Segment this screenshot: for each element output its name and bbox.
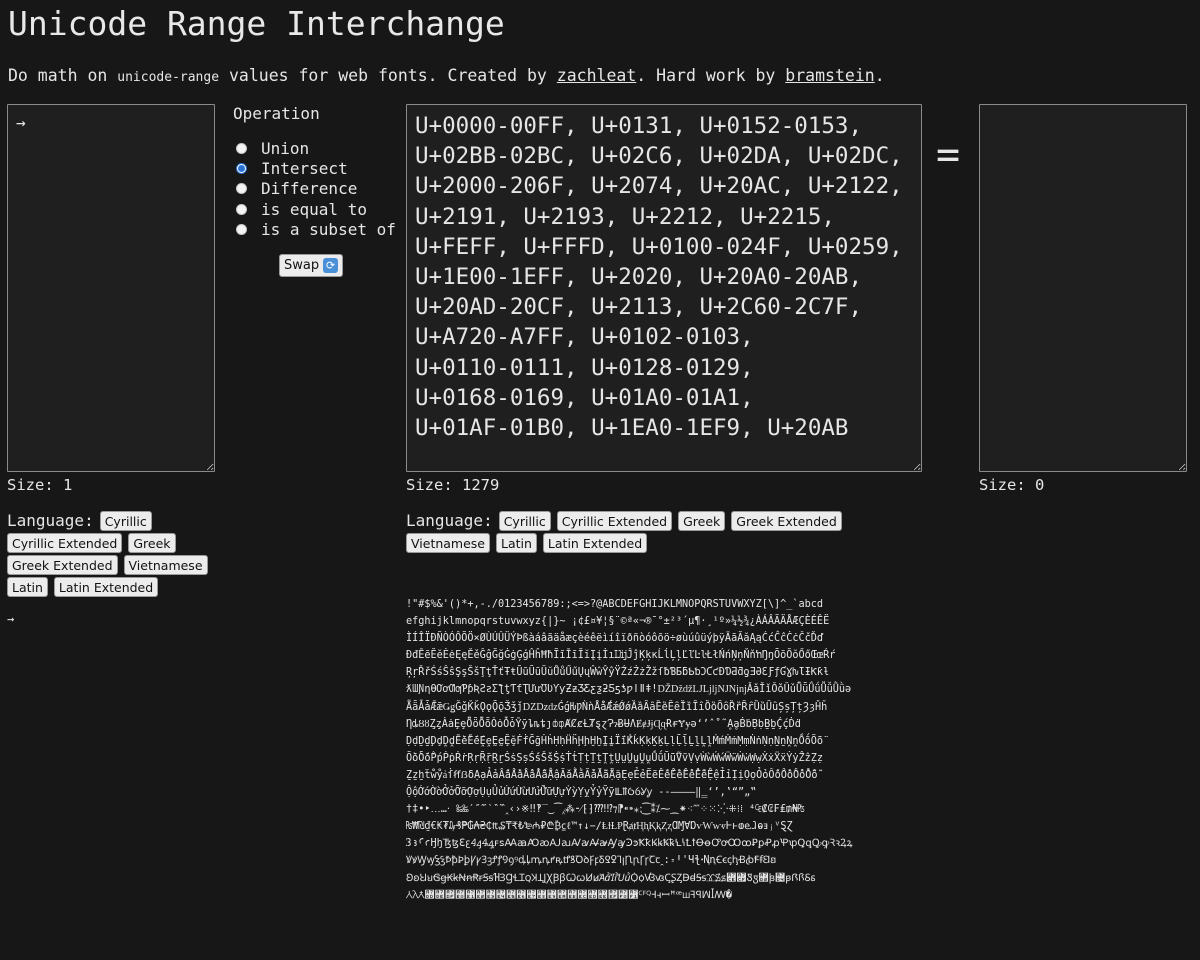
glyph-preview-line: efghijklmnopqrstuvwxyz{|}~ ¡¢£¤¥¦§¨©ª«¬­… (406, 616, 830, 628)
author-link[interactable]: zachleat (557, 66, 636, 85)
left-size: Size: 1 (7, 476, 73, 494)
equals-sign: = (936, 132, 961, 178)
language-button[interactable]: Latin Extended (53, 577, 159, 597)
intro-code: unicode-range (117, 70, 220, 85)
left-preview: → (7, 612, 15, 626)
language-button[interactable]: Greek (678, 511, 726, 531)
glyph-preview-line: †‡•‣․‥…‧ ‰‱′″‴‵‶‷‸‹›※‼‽‾‿⁀⁁⁂⁃⁄⁅⁆⁇⁈⁉⁊⁋⁌⁍⁎… (406, 804, 805, 816)
glyph-preview: !"#$%&'()*+,-./0123456789:;<=>?@ABCDEFGH… (406, 596, 926, 904)
intro-middle2: . Hard work by (636, 66, 786, 85)
operation-option-label: is equal to (261, 199, 367, 219)
glyph-preview-line: ƛƜƝƞƟƠơƢƣƤƥƦƧƨƩƪƫƬƭƮƯưƱƲƳƴƵƶƷƸƹƺƻƼƽƾƿǀǁǂ… (406, 684, 852, 696)
operation-option-label: Intersect (261, 158, 348, 178)
language-button[interactable]: Latin (7, 577, 48, 597)
glyph-preview-line: ẔẕẖẗẘẙẚẛẜẝẞẟẠạẢảẤấẦầẨẩẪẫẬậẮắẰằẲẳẴẵẶặẸẹẺẻ… (406, 769, 818, 781)
glyph-preview-line: ṐṑṒṓṔṕṖṗṘṙṚṛṜṝṞṟṠṡṢṣṤṥṦṧṨṩṪṫṬṭṮṯṰṱṲṳṴṵṶṷ… (406, 752, 824, 764)
operation-option[interactable]: Difference (236, 179, 396, 199)
language-button[interactable]: Latin Extended (542, 533, 648, 553)
language-button[interactable]: Greek Extended (7, 555, 118, 575)
left-language-group: Language: Cyrillic Cyrillic Extended Greek G… (7, 510, 222, 598)
result-size: Size: 0 (979, 476, 1045, 494)
middle-range-input[interactable]: U+0000-00FF, U+0131, U+0152-0153, U+02BB… (406, 104, 922, 472)
operation-title: Operation (233, 104, 320, 123)
radio-button[interactable] (236, 223, 247, 235)
language-button[interactable]: Greek Extended (731, 511, 842, 531)
result-range-output[interactable] (979, 104, 1187, 472)
swap-label: Swap (284, 258, 320, 273)
credit-link[interactable]: bramstein (785, 66, 874, 85)
language-button[interactable]: Latin (496, 533, 537, 553)
glyph-preview-line: ḌḍḎḏḐḑḒḓḔḕḖḗḘḙḚḛḜḝḞḟḠḡḢḣḤḥḦḧḨḩḪḫḬḭḮḯḰḱḲḳ… (406, 735, 824, 747)
page-title: Unicode Range Interchange (8, 4, 505, 43)
middle-language-group: Language: Cyrillic Cyrillic Extended Greek G… (406, 510, 866, 554)
glyph-preview-line: !"#$%&'()*+,-./0123456789:;<=>?@ABCDEFGH… (406, 599, 824, 610)
glyph-preview-line: ꞜꞝꞞꞟꞠꞡꞢꞣꞤꞥꞦꞧꞨꞩꞪꞫꞬꞭꞮꞯꞰꞱꞲꞳꞴꞵꞶꞷꞸꞹꞺꞻꞼꞽꞾꞿꟀꟁꟂꟃ… (406, 872, 816, 884)
operation-option-label: is a subset of (261, 219, 396, 239)
radio-button[interactable] (236, 183, 247, 195)
operation-options: Union Intersect Difference is equal to is a … (236, 138, 396, 239)
glyph-preview-line: ǞǟǠǡǢǣǤǥǦǧǨǩǪǫǬǭǮǯǰǱǲǳǴǵǶǷǸǹǺǻǼǽǾǿȀȁȂȃȄȅ… (406, 701, 828, 713)
language-label: Language: (406, 511, 493, 530)
language-button[interactable]: Cyrillic (99, 511, 152, 531)
language-button[interactable]: Cyrillic (498, 511, 551, 531)
glyph-preview-line: ȠȡȢȣȤȥȦȧȨȩȪȫȬȭȮȯȰȱȲȳȴȵȶȷȸȹȺȻȼȽȾȿɀɁɂɃɄɅɆɇ… (406, 718, 801, 730)
glyph-preview-line: ꝞꝟꝠꝡꝢꝣꝤꝥꝦꝧꝨꝩꝪꝫꝬꝭꝮꝯꝰꝱꝲꝳꝴꝵꝶꝷꝸꝹꝺꝻꝼꝽꝾꝿꞀꞁꞂꞃꞄꞅ… (406, 855, 777, 867)
glyph-preview-line: ỘộỚớỜờỞởỠỡỢợỤụỦủỨứỪừỬửỮữỰựỲỳỴỵỶỷỸỹỺỻỼỽỾỿ… (406, 787, 757, 799)
glyph-preview-line: ĐđĒēĔĕĖėĘęĚěĜĝĞğĠġĢģĤĥĦħĨĩĪīĬĭĮįİıĲĳĴĵĶķ… (406, 650, 836, 662)
radio-button[interactable] (236, 203, 247, 215)
radio-button[interactable] (236, 142, 247, 154)
refresh-icon: ⟳ (323, 258, 339, 273)
middle-size: Size: 1279 (406, 476, 500, 494)
language-button[interactable]: Cyrillic Extended (7, 533, 123, 553)
glyph-preview-line: ₨₩₪₫€₭₮₯₰₱₲₳₴₵₶₷₸₹₺₻₼₽₾₿⃀ℓ™↑↓−∕ⱠⱡⱢⱣⱤⱥⱦⱧⱨ… (406, 821, 793, 833)
operation-option-label: Difference (261, 179, 358, 199)
operation-option[interactable]: Union (236, 138, 396, 158)
glyph-preview-line: ꟚꟛꟜ꟝꟞꟟꟠꟡꟢꟣꟤꟥꟦꟧꟨꟩꟪꟫꟬꟭꟮꟯꟰꟱ꟲꟳꟴꟵꟶꟷꟸꟹꟺꟻꟼꟽꟾꟿ﻿� (406, 889, 732, 901)
language-button[interactable]: Vietnamese (123, 555, 208, 575)
glyph-preview-line: ŖŗŘřŚśŜŝŞşŠšŢţŤťŦŧŨũŪūŬŭŮůŰűŲųŴŵŶŷŸŹźŻżŽ… (406, 667, 830, 679)
intro-text: Do math on unicode-range values for web … (8, 66, 885, 85)
glyph-preview-line: ꜠꜡ꜢꜣꜤꜥꜦꜧꜨꜩꜪꜫꜬꜭꜮꜯꜰꜱꜲꜳꜴꜵꜶꜷꜸꜹꜺꜻꜼꜽꜾꜿꝀꝁꝂꝃꝄꝅꝆꝇ… (406, 838, 853, 850)
radio-button[interactable] (236, 162, 247, 174)
language-button[interactable]: Cyrillic Extended (556, 511, 673, 531)
language-button[interactable]: Vietnamese (406, 533, 490, 553)
language-label: Language: (7, 511, 94, 530)
language-button[interactable]: Greek (128, 533, 176, 553)
intro-middle: values for web fonts. Created by (219, 66, 557, 85)
intro-suffix: . (874, 66, 885, 85)
operation-option[interactable]: is equal to (236, 199, 396, 219)
swap-button[interactable]: Swap ⟳ (279, 254, 344, 277)
operation-option[interactable]: Intersect (236, 158, 396, 178)
operation-option[interactable]: is a subset of (236, 219, 396, 239)
operation-option-label: Union (261, 138, 310, 158)
left-range-input[interactable]: → (7, 104, 215, 472)
glyph-preview-line: ÌÍÎÏÐÑÒÓÔÕÖ×ØÙÚÛÜÝÞßàáâãäåæçèéêëìíîïðñòó… (406, 633, 824, 645)
intro-prefix: Do math on (8, 66, 118, 85)
